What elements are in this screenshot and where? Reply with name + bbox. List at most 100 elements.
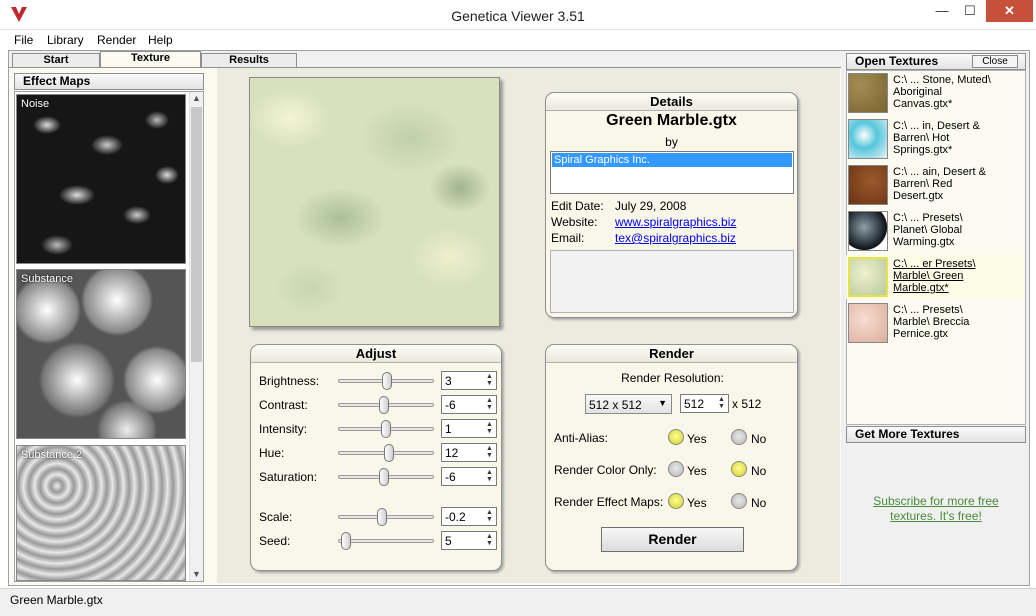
spin-arrows-icon[interactable]: ▲ ▼ <box>484 509 495 524</box>
window-title: Genetica Viewer 3.51 <box>451 8 585 24</box>
effect-map-label: Noise <box>21 98 50 110</box>
contrast-input[interactable]: -6 ▲ ▼ <box>441 395 497 414</box>
open-texture-item[interactable]: C:\ ... Presets\ Planet\ Global Warming.gt… <box>846 209 1024 253</box>
anti-alias-no-radio[interactable] <box>731 429 747 445</box>
spin-arrows-icon[interactable]: ▲ ▼ <box>484 469 495 484</box>
minimize-button[interactable]: — <box>930 0 954 22</box>
effect-maps-header: Effect Maps <box>14 73 204 90</box>
hue-slider-thumb[interactable] <box>384 444 394 462</box>
seed-slider[interactable] <box>338 539 434 543</box>
scroll-down-icon[interactable]: ▼ <box>192 569 201 579</box>
open-texture-item-selected[interactable]: C:\ ... er Presets\ Marble\ Green Marble.g… <box>846 255 1024 299</box>
tab-results[interactable]: Results <box>201 53 297 68</box>
resolution-width-input[interactable]: 512 ▲ ▼ <box>680 394 729 413</box>
author-list[interactable]: Spiral Graphics Inc. <box>550 151 794 194</box>
tab-texture[interactable]: Texture <box>100 51 201 68</box>
texture-thumbnail <box>848 119 888 159</box>
color-only-yes-radio[interactable] <box>668 461 684 477</box>
spin-arrows-icon[interactable]: ▲ ▼ <box>484 533 495 548</box>
menu-file[interactable]: File <box>10 33 37 47</box>
scrollbar-thumb[interactable] <box>191 107 202 362</box>
by-label: by <box>665 135 678 149</box>
details-panel: Details Green Marble.gtx by Spiral Graph… <box>545 92 798 318</box>
menu-library[interactable]: Library <box>43 33 88 47</box>
texture-thumbnail <box>848 211 888 251</box>
effect-map-substance-2[interactable]: Substance 2 <box>16 445 186 581</box>
intensity-label: Intensity: <box>259 422 308 436</box>
spin-arrows-icon[interactable]: ▲ ▼ <box>716 396 727 411</box>
contrast-label: Contrast: <box>259 398 308 412</box>
color-only-no-label: No <box>751 464 767 478</box>
brightness-slider-thumb[interactable] <box>382 372 392 390</box>
intensity-input[interactable]: 1 ▲ ▼ <box>441 419 497 438</box>
spin-arrows-icon[interactable]: ▲ ▼ <box>484 397 495 412</box>
scale-slider-thumb[interactable] <box>377 508 387 526</box>
resolution-select-value: 512 x 512 <box>589 398 642 412</box>
intensity-slider-thumb[interactable] <box>381 420 391 438</box>
hue-label: Hue: <box>259 446 285 460</box>
render-button[interactable]: Render <box>601 527 744 552</box>
effect-map-substance[interactable]: Substance <box>16 269 186 439</box>
contrast-slider-thumb[interactable] <box>379 396 389 414</box>
menu-render[interactable]: Render <box>93 33 140 47</box>
saturation-slider-thumb[interactable] <box>379 468 389 486</box>
scroll-up-icon[interactable]: ▲ <box>192 93 201 103</box>
details-title: Details <box>546 93 797 111</box>
texture-thumbnail <box>848 165 888 205</box>
description-box[interactable] <box>550 250 794 313</box>
title-bar: Genetica Viewer 3.51 — ☐ ✕ <box>0 0 1036 30</box>
status-bar: Green Marble.gtx <box>0 588 1036 616</box>
open-texture-item[interactable]: C:\ ... in, Desert & Barren\ Hot Springs.g… <box>846 117 1024 161</box>
close-textures-button[interactable]: Close <box>972 55 1018 68</box>
texture-path: C:\ ... Presets\ Planet\ Global Warming.gt… <box>893 212 963 248</box>
seed-label: Seed: <box>259 534 291 548</box>
texture-thumbnail <box>848 303 888 343</box>
close-window-button[interactable]: ✕ <box>986 0 1033 22</box>
texture-name: Green Marble.gtx <box>606 112 737 129</box>
effect-maps-render-label: Render Effect Maps: <box>554 495 664 509</box>
texture-path: C:\ ... ain, Desert & Barren\ Red Desert.g… <box>893 166 986 202</box>
menu-bar: File Library Render Help <box>0 31 1036 50</box>
effect-map-noise[interactable]: Noise <box>16 94 186 264</box>
texture-preview <box>249 77 500 327</box>
effect-maps-no-radio[interactable] <box>731 493 747 509</box>
anti-alias-yes-radio[interactable] <box>668 429 684 445</box>
scale-label: Scale: <box>259 510 293 524</box>
email-link[interactable]: tex@spiralgraphics.biz <box>615 231 736 245</box>
spin-arrows-icon[interactable]: ▲ ▼ <box>484 373 495 388</box>
texture-path: C:\ ... in, Desert & Barren\ Hot Springs.g… <box>893 120 980 156</box>
effect-maps-yes-radio[interactable] <box>668 493 684 509</box>
texture-path: C:\ ... er Presets\ Marble\ Green Marble.g… <box>893 258 976 294</box>
edit-date-label: Edit Date: <box>551 199 604 213</box>
subscribe-link[interactable]: Subscribe for more free textures. It's fr… <box>846 494 1026 524</box>
website-link[interactable]: www.spiralgraphics.biz <box>615 215 736 229</box>
effect-maps-no-label: No <box>751 496 767 510</box>
render-resolution-label: Render Resolution: <box>621 371 724 385</box>
texture-thumbnail <box>848 73 888 113</box>
tab-start[interactable]: Start <box>12 53 100 68</box>
author-item[interactable]: Spiral Graphics Inc. <box>552 153 792 167</box>
open-texture-item[interactable]: C:\ ... Stone, Muted\ Aboriginal Canvas.gt… <box>846 71 1024 115</box>
seed-input[interactable]: 5 ▲ ▼ <box>441 531 497 550</box>
color-only-no-radio[interactable] <box>731 461 747 477</box>
effect-maps-yes-label: Yes <box>687 496 707 510</box>
maximize-button[interactable]: ☐ <box>958 0 982 22</box>
color-only-label: Render Color Only: <box>554 463 657 477</box>
open-texture-item[interactable]: C:\ ... ain, Desert & Barren\ Red Desert.g… <box>846 163 1024 207</box>
texture-path: C:\ ... Presets\ Marble\ Breccia Pernice.g… <box>893 304 970 340</box>
brightness-input[interactable]: 3 ▲ ▼ <box>441 371 497 390</box>
saturation-input[interactable]: -6 ▲ ▼ <box>441 467 497 486</box>
resolution-select[interactable]: 512 x 512 ▼ <box>585 394 672 414</box>
seed-slider-thumb[interactable] <box>341 532 351 550</box>
saturation-label: Saturation: <box>259 470 318 484</box>
texture-thumbnail <box>848 257 888 297</box>
adjust-title: Adjust <box>251 345 501 363</box>
open-texture-item[interactable]: C:\ ... Presets\ Marble\ Breccia Pernice.g… <box>846 301 1024 345</box>
spin-arrows-icon[interactable]: ▲ ▼ <box>484 445 495 460</box>
adjust-panel: Adjust Brightness: 3 ▲ ▼ Contrast: -6 ▲ ▼ In… <box>250 344 502 571</box>
menu-help[interactable]: Help <box>144 33 177 47</box>
hue-input[interactable]: 12 ▲ ▼ <box>441 443 497 462</box>
spin-arrows-icon[interactable]: ▲ ▼ <box>484 421 495 436</box>
anti-alias-no-label: No <box>751 432 767 446</box>
scale-input[interactable]: -0.2 ▲ ▼ <box>441 507 497 526</box>
